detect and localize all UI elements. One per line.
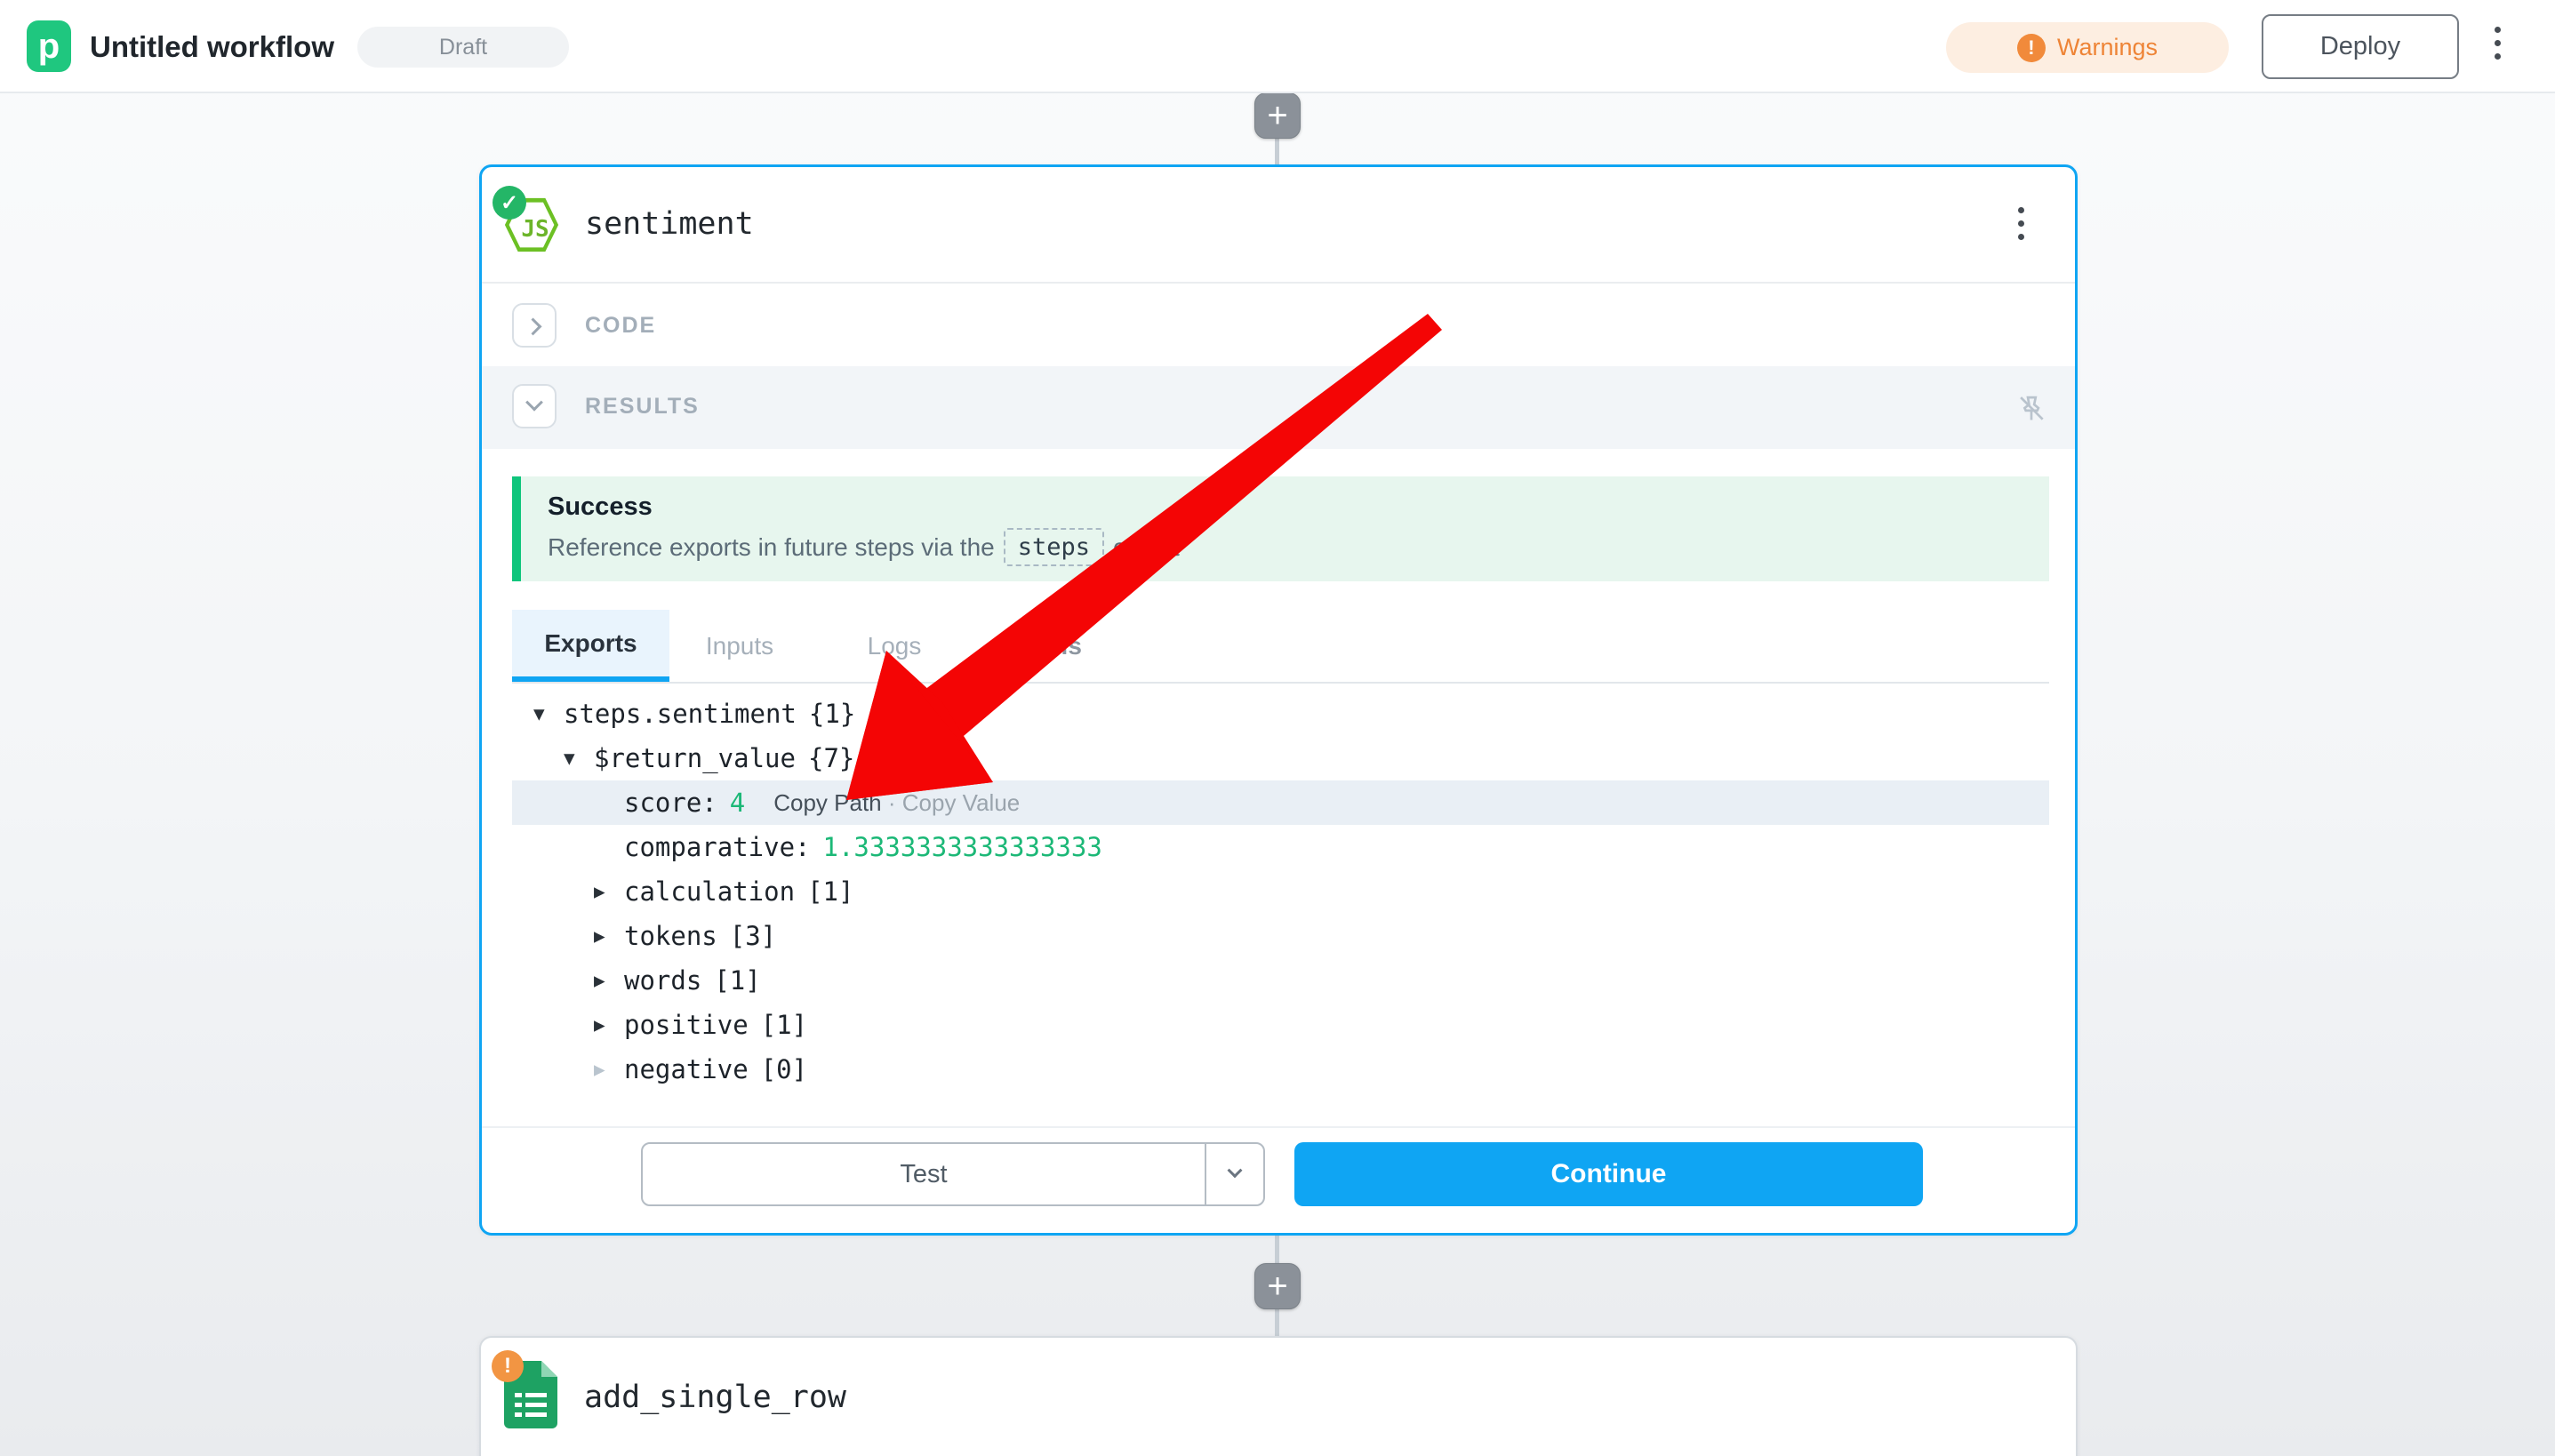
tree-row[interactable]: ▶ words [1] bbox=[512, 958, 2049, 1003]
google-sheets-icon: ! bbox=[504, 1361, 557, 1428]
collapse-icon[interactable]: ▼ bbox=[533, 703, 564, 724]
warning-icon: ! bbox=[2017, 34, 2046, 62]
steps-token: steps bbox=[1004, 528, 1104, 566]
tree-key: words bbox=[624, 965, 701, 996]
tree-value: 4 bbox=[730, 788, 745, 818]
footer-divider bbox=[482, 1126, 2075, 1128]
warnings-label: Warnings bbox=[2057, 34, 2158, 61]
copy-value-link[interactable]: Copy Value bbox=[902, 789, 1021, 816]
tree-value: 1.3333333333333333 bbox=[823, 832, 1102, 862]
deploy-button[interactable]: Deploy bbox=[2262, 14, 2459, 79]
tree-row-comparative[interactable]: comparative: 1.3333333333333333 bbox=[512, 825, 2049, 869]
tree-key: negative bbox=[624, 1054, 749, 1084]
tree-key: $return_value bbox=[594, 743, 796, 773]
tree-row[interactable]: ▶ calculation [1] bbox=[512, 869, 2049, 914]
tab-details[interactable]: Details bbox=[974, 610, 1108, 682]
tree-count: [3] bbox=[730, 921, 776, 951]
success-title: Success bbox=[548, 492, 653, 522]
step-header: JS ✓ sentiment bbox=[482, 167, 2075, 284]
tree-row-score[interactable]: score: 4 Copy Path · Copy Value bbox=[512, 780, 2049, 825]
chevron-right-icon bbox=[525, 318, 542, 336]
logo-letter: p bbox=[38, 27, 60, 67]
top-bar: p Untitled workflow Draft ! Warnings Dep… bbox=[0, 0, 2555, 93]
test-split-button[interactable]: Test bbox=[641, 1142, 1265, 1206]
step-title[interactable]: add_single_row bbox=[584, 1380, 846, 1415]
warning-badge-icon: ! bbox=[492, 1350, 524, 1382]
success-message: Reference exports in future steps via th… bbox=[548, 528, 1180, 566]
tree-key: tokens bbox=[624, 921, 717, 951]
tree-count: {1} bbox=[809, 699, 855, 729]
collapse-results-button[interactable] bbox=[512, 384, 557, 428]
step-card-add-single-row[interactable]: ! add_single_row bbox=[479, 1336, 2078, 1456]
warning-glyph: ! bbox=[504, 1354, 511, 1379]
tree-count: [1] bbox=[714, 965, 760, 996]
tree-key: positive bbox=[624, 1010, 749, 1040]
continue-button[interactable]: Continue bbox=[1294, 1142, 1923, 1206]
tree-key: calculation bbox=[624, 876, 795, 907]
tree-count: [1] bbox=[807, 876, 853, 907]
pipedream-logo[interactable]: p bbox=[27, 20, 71, 72]
tree-row[interactable]: ▶ positive [1] bbox=[512, 1003, 2049, 1047]
tree-key: score: bbox=[624, 788, 717, 818]
tree-row[interactable]: ▶ tokens [3] bbox=[512, 914, 2049, 958]
tree-count: [0] bbox=[761, 1054, 807, 1084]
tree-key: steps.sentiment bbox=[564, 699, 797, 729]
unpin-icon[interactable] bbox=[2014, 391, 2048, 425]
more-options-icon[interactable] bbox=[2495, 27, 2501, 60]
warnings-button[interactable]: ! Warnings bbox=[1946, 22, 2229, 73]
add-step-button[interactable]: + bbox=[1254, 1263, 1301, 1309]
tree-count: [1] bbox=[761, 1010, 807, 1040]
results-section-label: RESULTS bbox=[585, 366, 700, 447]
workflow-title[interactable]: Untitled workflow bbox=[90, 30, 334, 64]
code-section-header[interactable]: CODE bbox=[482, 285, 2075, 366]
copy-separator: · bbox=[882, 789, 902, 816]
tab-logs[interactable]: Logs bbox=[859, 610, 930, 682]
check-glyph: ✓ bbox=[501, 190, 518, 216]
tree-key: comparative: bbox=[624, 832, 811, 862]
message-prefix: Reference exports in future steps via th… bbox=[548, 533, 995, 562]
chevron-down-icon bbox=[525, 394, 543, 412]
expand-code-button[interactable] bbox=[512, 303, 557, 348]
copy-path-link[interactable]: Copy Path bbox=[773, 789, 881, 816]
tree-count: {7} bbox=[808, 743, 854, 773]
step-title[interactable]: sentiment bbox=[585, 206, 754, 242]
tab-exports[interactable]: Exports bbox=[512, 610, 669, 682]
message-suffix: object bbox=[1113, 533, 1180, 562]
collapse-icon[interactable]: ▼ bbox=[564, 748, 594, 769]
success-bar bbox=[512, 476, 521, 581]
add-step-button[interactable]: + bbox=[1254, 92, 1301, 139]
test-button[interactable]: Test bbox=[643, 1144, 1205, 1204]
tree-row[interactable]: ▼ steps.sentiment {1} bbox=[512, 692, 2049, 736]
expand-icon[interactable]: ▶ bbox=[594, 1059, 624, 1080]
success-check-icon: ✓ bbox=[493, 186, 526, 220]
copy-actions: Copy Path · Copy Value bbox=[773, 789, 1020, 817]
chevron-down-icon bbox=[1228, 1163, 1243, 1178]
success-banner: Success Reference exports in future step… bbox=[512, 476, 2049, 581]
status-badge: Draft bbox=[357, 27, 569, 68]
nodejs-icon: JS ✓ bbox=[503, 196, 560, 253]
tree-row[interactable]: ▼ $return_value {7} bbox=[512, 736, 2049, 780]
plus-icon: + bbox=[1267, 1268, 1287, 1304]
tab-inputs[interactable]: Inputs bbox=[695, 610, 784, 682]
workflow-canvas: + + JS ✓ sentiment CODE bbox=[0, 0, 2555, 1456]
expand-icon[interactable]: ▶ bbox=[594, 925, 624, 947]
test-options-button[interactable] bbox=[1205, 1144, 1263, 1204]
tree-row[interactable]: ▶ negative [0] bbox=[512, 1047, 2049, 1092]
code-section-label: CODE bbox=[585, 285, 656, 366]
expand-icon[interactable]: ▶ bbox=[594, 1014, 624, 1036]
expand-icon[interactable]: ▶ bbox=[594, 970, 624, 991]
step-card-sentiment[interactable]: JS ✓ sentiment CODE RESULTS bbox=[479, 164, 2078, 1236]
expand-icon[interactable]: ▶ bbox=[594, 881, 624, 902]
step-menu-icon[interactable] bbox=[2018, 207, 2024, 240]
plus-icon: + bbox=[1267, 98, 1287, 133]
results-tabbar: Exports Inputs Logs Details bbox=[512, 610, 2049, 684]
results-section-header[interactable]: RESULTS bbox=[482, 366, 2075, 449]
